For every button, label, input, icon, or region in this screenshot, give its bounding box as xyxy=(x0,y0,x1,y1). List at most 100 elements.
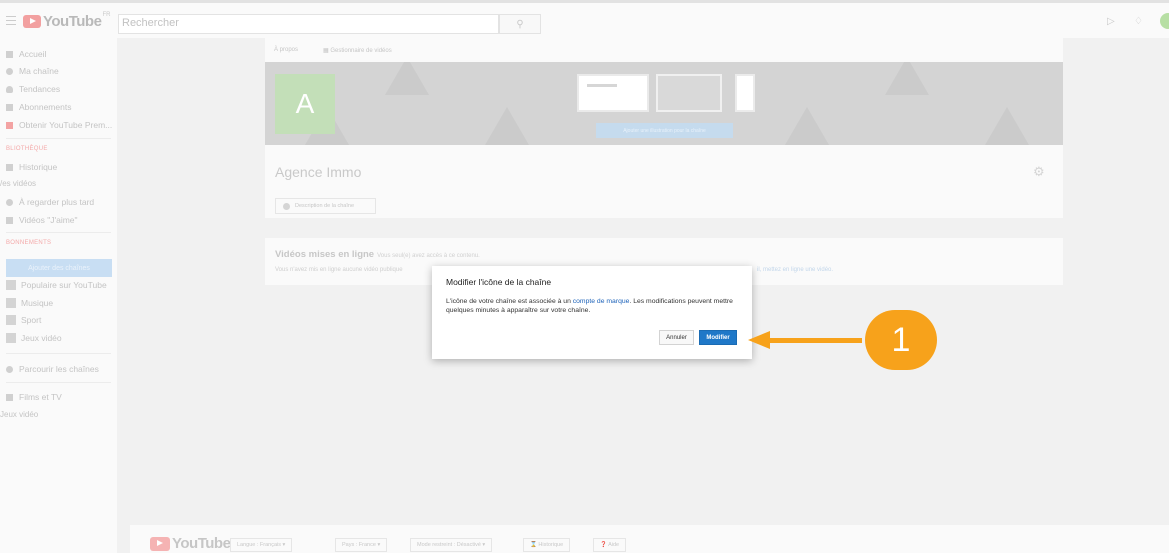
sidebar-item-my-videos[interactable]: /es vidéos xyxy=(0,179,36,188)
sidebar-item-liked-videos[interactable]: Vidéos "J'aime" xyxy=(6,215,78,225)
channel-tabs: À propos ▦ Gestionnaire de vidéos xyxy=(274,47,392,54)
clock-icon xyxy=(6,198,13,206)
subscriptions-heading: BONNEMENTS xyxy=(6,240,52,246)
sidebar-divider xyxy=(6,382,111,383)
sidebar-item-label: Obtenir YouTube Prem... xyxy=(19,120,113,130)
cancel-button[interactable]: Annuler xyxy=(659,330,694,345)
search-button[interactable]: ⚲ xyxy=(499,14,541,34)
add-channel-art-button[interactable]: Ajouter une illustration pour la chaîne xyxy=(596,123,733,138)
youtube-icon xyxy=(6,121,13,129)
sidebar-channel-sport[interactable]: Sport xyxy=(6,315,41,325)
sidebar-item-label: Abonnements xyxy=(19,102,72,112)
hourglass-icon xyxy=(6,163,13,171)
channel-avatar[interactable]: A xyxy=(275,74,335,134)
youtube-logo[interactable]: YouTube FR xyxy=(23,11,111,30)
section-subtitle: Vous seul(e) avez accès à ce contenu. xyxy=(377,253,480,259)
channel-description-button[interactable]: Description de la chaîne xyxy=(275,198,376,214)
plus-icon xyxy=(283,202,290,210)
modify-channel-icon-dialog: Modifier l'icône de la chaîne L'icône de… xyxy=(432,266,752,359)
banner-pattern xyxy=(485,107,529,145)
country-selector[interactable]: Pays : France ▾ xyxy=(335,538,388,552)
channel-banner: A Ajouter une illustration pour la chaîn… xyxy=(265,62,1063,145)
logo-country: FR xyxy=(102,11,111,18)
dialog-body: L'icône de votre chaîne est associée à u… xyxy=(446,297,741,315)
section-title: Vidéos mises en ligne Vous seul(e) avez a… xyxy=(275,249,480,260)
sidebar-item-label: Tendances xyxy=(19,84,61,94)
upload-video-link[interactable]: il, mettez en ligne une vidéo. xyxy=(757,267,833,273)
sidebar-item-premium[interactable]: Obtenir YouTube Prem... xyxy=(6,120,112,130)
gear-icon[interactable]: ⚙ xyxy=(1033,164,1045,180)
sidebar-item-home[interactable]: Accueil xyxy=(6,49,46,59)
restricted-mode-selector[interactable]: Mode restreint : Désactivé ▾ xyxy=(410,538,493,552)
sidebar-item-browse-channels[interactable]: Parcourir les chaînes xyxy=(6,364,99,374)
sidebar-divider xyxy=(6,353,111,354)
sidebar-item-label: Musique xyxy=(21,298,54,308)
sidebar-item-label: Ma chaîne xyxy=(19,66,59,76)
tv-preview-icon xyxy=(656,74,722,112)
sidebar-item-label: À regarder plus tard xyxy=(19,197,95,207)
pill-label: Pays : France xyxy=(342,542,376,548)
sidebar-item-subscriptions[interactable]: Abonnements xyxy=(6,102,71,112)
language-selector[interactable]: Langue : Français ▾ xyxy=(230,538,293,552)
sidebar-item-label: Vidéos "J'aime" xyxy=(19,215,78,225)
channel-title: Agence Immo xyxy=(275,164,362,180)
sidebar-item-films-tv[interactable]: Films et TV xyxy=(6,392,62,402)
home-icon xyxy=(6,50,13,58)
sidebar-item-history[interactable]: Historique xyxy=(6,162,57,172)
footer-logo[interactable]: YouTube xyxy=(150,535,231,552)
desktop-preview-icon xyxy=(577,74,649,112)
sidebar-item-label: Jeux vidéo xyxy=(21,333,62,343)
history-button[interactable]: ⌛ Historique xyxy=(523,538,571,552)
sidebar-item-label: Sport xyxy=(21,315,42,325)
film-icon xyxy=(6,393,13,401)
add-channels-button[interactable]: Ajouter des chaînes xyxy=(6,259,112,277)
footer: YouTube Langue : Français ▾ Pays : Franc… xyxy=(130,525,1169,553)
tab-about[interactable]: À propos xyxy=(274,47,298,54)
button-label: Description de la chaîne xyxy=(295,203,355,209)
channel-thumbnail xyxy=(6,333,16,343)
tab-video-manager[interactable]: ▦ Gestionnaire de vidéos xyxy=(323,47,392,54)
top-bar: YouTube FR Rechercher ⚲ ▷ ♢ xyxy=(0,0,1169,38)
search-input[interactable]: Rechercher xyxy=(118,14,499,34)
empty-state-text: Vous n'avez mis en ligne aucune vidéo pu… xyxy=(275,267,403,273)
sidebar-divider xyxy=(6,232,111,233)
sidebar-channel-music[interactable]: Musique xyxy=(6,298,53,308)
sidebar-channel-popular[interactable]: Populaire sur YouTube xyxy=(6,280,107,290)
phone-preview-icon xyxy=(735,74,755,112)
brand-account-link[interactable]: compte de marque xyxy=(573,298,630,305)
search-icon: ⚲ xyxy=(516,18,524,30)
tab-label: Gestionnaire de vidéos xyxy=(330,48,392,54)
banner-pattern xyxy=(785,107,829,145)
dialog-title: Modifier l'icône de la chaîne xyxy=(446,277,552,287)
sidebar-item-my-channel[interactable]: Ma chaîne xyxy=(6,66,59,76)
sidebar-item-label: Populaire sur YouTube xyxy=(21,280,107,290)
sidebar: Accueil Ma chaîne Tendances Abonnements … xyxy=(0,38,117,553)
sidebar-item-gaming[interactable]: Jeux vidéo xyxy=(0,410,38,419)
banner-pattern xyxy=(985,107,1029,145)
plus-circle-icon xyxy=(6,365,13,373)
flame-icon xyxy=(6,85,13,93)
modify-button[interactable]: Modifier xyxy=(699,330,737,345)
channel-thumbnail xyxy=(6,315,16,325)
sidebar-item-watch-later[interactable]: À regarder plus tard xyxy=(6,197,94,207)
dialog-text: L'icône de votre chaîne est associée à u… xyxy=(446,298,573,305)
pill-label: Aide xyxy=(608,542,620,548)
sidebar-item-label: Films et TV xyxy=(19,392,62,402)
help-button[interactable]: ❓ Aide xyxy=(593,538,627,552)
channel-thumbnail xyxy=(6,280,16,290)
library-heading: BLIOTHÈQUE xyxy=(6,146,48,152)
pill-label: Historique xyxy=(538,542,564,548)
hamburger-menu-icon[interactable] xyxy=(6,16,16,25)
youtube-play-icon xyxy=(150,536,170,551)
thumbs-up-icon xyxy=(6,216,13,224)
pill-label: Mode restreint : Désactivé xyxy=(417,542,481,548)
upload-video-icon[interactable]: ▷ xyxy=(1107,16,1115,27)
youtube-play-icon xyxy=(23,15,41,28)
sidebar-channel-gaming[interactable]: Jeux vidéo xyxy=(6,333,62,343)
notifications-bell-icon[interactable]: ♢ xyxy=(1134,16,1143,27)
section-title-text: Vidéos mises en ligne xyxy=(275,249,375,260)
annotation-arrow-shaft xyxy=(766,338,862,343)
sidebar-item-trending[interactable]: Tendances xyxy=(6,84,60,94)
account-avatar[interactable] xyxy=(1160,13,1169,29)
sidebar-item-label: Parcourir les chaînes xyxy=(19,364,99,374)
